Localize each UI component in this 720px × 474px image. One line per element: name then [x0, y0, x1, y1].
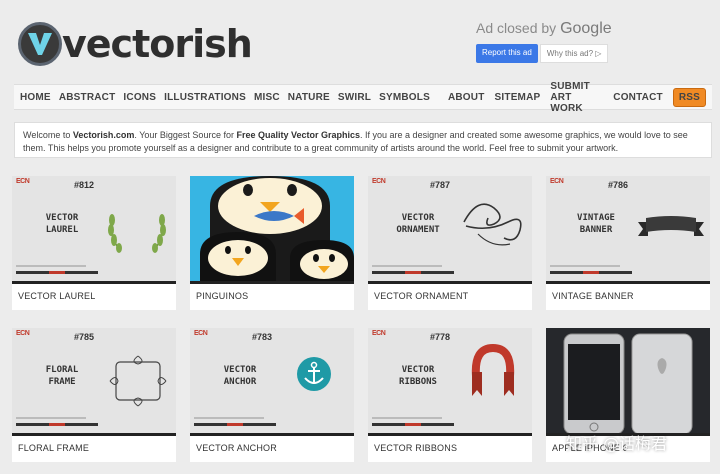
nav-misc[interactable]: MISC [254, 92, 280, 103]
nav-swirl[interactable]: SWIRL [338, 92, 371, 103]
nav-icons[interactable]: ICONS [123, 92, 156, 103]
rss-button[interactable]: RSS [672, 87, 706, 107]
nav-sitemap[interactable]: SITEMAP [495, 92, 541, 103]
card-label[interactable]: VECTOR RIBBONS [368, 436, 532, 453]
card-thumb-title: VECTOR LAUREL [45, 213, 79, 235]
card-vector-anchor[interactable]: ECN #783 VECTOR ANCHOR VECTOR ANCHOR [190, 328, 354, 462]
card-thumbnail[interactable] [546, 328, 710, 436]
nav-illustrations[interactable]: ILLUSTRATIONS [164, 92, 246, 103]
nav-symbols[interactable]: SYMBOLS [379, 92, 430, 103]
nav-contact[interactable]: CONTACT [613, 92, 663, 103]
card-thumbnail[interactable]: ECN #786 VINTAGE BANNER [546, 176, 710, 284]
card-label[interactable]: FLORAL FRAME [12, 436, 176, 453]
card-label[interactable]: PINGUINOS [190, 284, 354, 301]
nav-right: ABOUT SITEMAP SUBMIT ART WORK CONTACT RS… [438, 81, 706, 114]
logo-v-icon [18, 22, 62, 66]
card-floral-frame[interactable]: ECN #785 FLORAL FRAME FLORAL FRAME [12, 328, 176, 462]
card-pinguinos[interactable]: PINGUINOS [190, 176, 354, 310]
ad-closed-text: Ad closed by Google [476, 20, 612, 37]
nav-home[interactable]: HOME [20, 92, 51, 103]
nav-nature[interactable]: NATURE [288, 92, 330, 103]
card-thumb-title: VECTOR ORNAMENT [396, 213, 440, 235]
watermark: 知乎 @话梅君 [566, 434, 668, 453]
card-number: #812 [74, 180, 95, 190]
card-vector-ornament[interactable]: ECN #787 VECTOR ORNAMENT VECTOR ORNAMENT [368, 176, 532, 310]
floral-frame-icon [109, 355, 167, 407]
card-label[interactable]: VECTOR ANCHOR [190, 436, 354, 453]
card-number: #785 [74, 332, 95, 342]
nav-left: HOME ABSTRACT ICONS ILLUSTRATIONS MISC N… [20, 92, 438, 103]
report-ad-button[interactable]: Report this ad [476, 44, 538, 63]
card-vector-laurel[interactable]: ECN #812 VECTOR LAUREL VECTOR LAUREL [12, 176, 176, 310]
card-thumbnail[interactable]: ECN #787 VECTOR ORNAMENT [368, 176, 532, 284]
card-number: #778 [430, 332, 451, 342]
card-number: #786 [608, 180, 629, 190]
penguins-illustration [190, 176, 354, 281]
card-thumbnail[interactable]: ECN #783 VECTOR ANCHOR [190, 328, 354, 436]
anchor-icon [297, 357, 331, 391]
nav-submit-art-work[interactable]: SUBMIT ART WORK [550, 81, 603, 114]
why-ad-button[interactable]: Why this ad? ▷ [539, 44, 609, 63]
ornament-swirl-icon [463, 203, 522, 246]
card-label[interactable]: VECTOR LAUREL [12, 284, 176, 301]
card-thumbnail[interactable] [190, 176, 354, 284]
banner-icon [638, 216, 704, 236]
card-thumbnail[interactable]: ECN #778 VECTOR RIBBONS [368, 328, 532, 436]
laurel-icon [108, 214, 166, 253]
site-name: vectorish [62, 22, 253, 66]
ad-box: Ad closed by Google Report this ad Why t… [476, 20, 626, 63]
card-vintage-banner[interactable]: ECN #786 VINTAGE BANNER VINTAGE BANNER [546, 176, 710, 310]
card-vector-ribbons[interactable]: ECN #778 VECTOR RIBBONS VECTOR RIBBONS [368, 328, 532, 462]
ribbon-icon [471, 344, 515, 396]
card-thumb-title: VECTOR ANCHOR [223, 365, 257, 387]
main-nav: HOME ABSTRACT ICONS ILLUSTRATIONS MISC N… [14, 81, 712, 114]
card-label[interactable]: VINTAGE BANNER [546, 284, 710, 301]
nav-about[interactable]: ABOUT [448, 92, 485, 103]
card-thumb-title: VINTAGE BANNER [577, 213, 615, 235]
card-thumbnail[interactable]: ECN #785 FLORAL FRAME [12, 328, 176, 436]
card-thumb-title: FLORAL FRAME [45, 365, 79, 387]
nav-abstract[interactable]: ABSTRACT [59, 92, 116, 103]
card-thumb-title: VECTOR RIBBONS [399, 365, 437, 387]
card-label[interactable]: VECTOR ORNAMENT [368, 284, 532, 301]
card-number: #787 [430, 180, 451, 190]
welcome-message: Welcome to Vectorish.com. Your Biggest S… [14, 122, 712, 158]
iphone-illustration [546, 328, 710, 433]
card-number: #783 [252, 332, 273, 342]
card-thumbnail[interactable]: ECN #812 VECTOR LAUREL [12, 176, 176, 284]
site-logo[interactable]: vectorish [18, 22, 253, 66]
